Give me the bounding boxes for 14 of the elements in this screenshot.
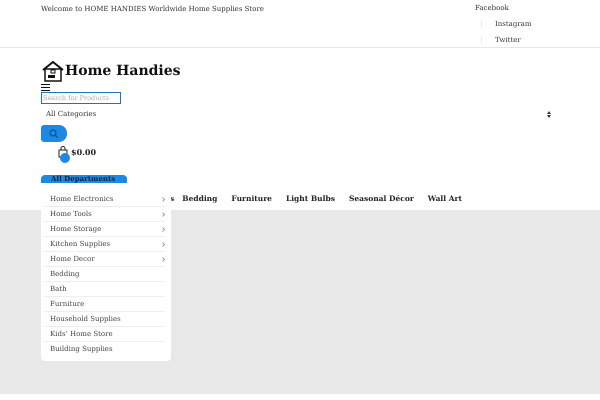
shopping-bag-icon[interactable] bbox=[58, 146, 68, 158]
chevron-right-icon bbox=[162, 196, 165, 202]
house-logo-icon bbox=[41, 60, 65, 82]
select-arrows-icon bbox=[547, 111, 551, 118]
chevron-right-icon bbox=[162, 212, 165, 216]
cart-total[interactable]: $0.00 bbox=[71, 146, 96, 158]
chevron-right-icon bbox=[162, 242, 165, 246]
menu-icon[interactable] bbox=[41, 84, 50, 91]
chevron-right-icon bbox=[162, 226, 165, 232]
chevron-right-icon bbox=[162, 256, 165, 262]
logo-text[interactable]: Home Handies bbox=[65, 60, 181, 82]
cart-count-badge bbox=[60, 153, 70, 163]
search-icon bbox=[49, 128, 59, 138]
search-button[interactable] bbox=[41, 125, 67, 142]
